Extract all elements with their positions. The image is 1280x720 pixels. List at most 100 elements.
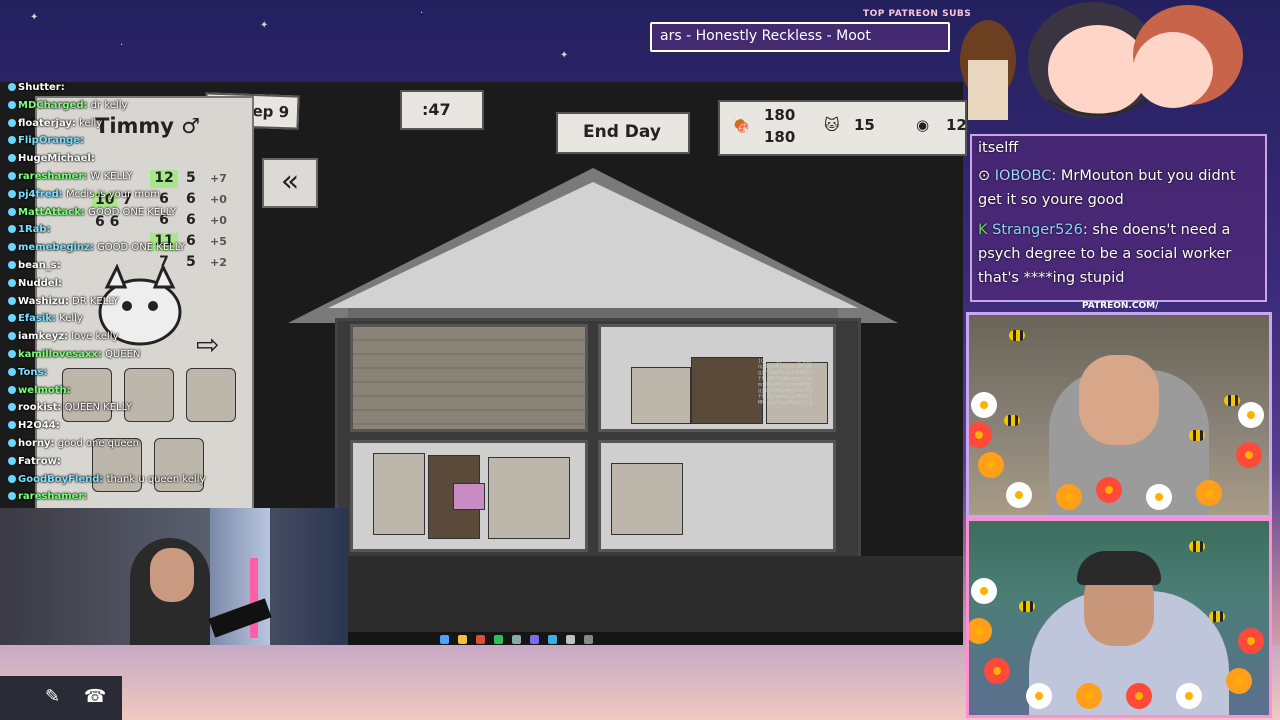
host-webcam-bottom xyxy=(966,518,1272,718)
bee-icon xyxy=(1189,430,1205,441)
cats-count: 15 xyxy=(854,116,875,134)
discord-icon[interactable] xyxy=(530,635,539,644)
chat-line: MattAttack: GOOD ONE KELLY xyxy=(8,207,248,225)
badge-icon xyxy=(8,421,16,430)
badge-icon xyxy=(8,332,16,341)
chat-user: FlipOrange: xyxy=(18,135,85,147)
chat-msg: GOOD ONE KELLY xyxy=(88,206,177,218)
flower-decor xyxy=(1239,445,1259,465)
chat-line: rookist: QUEEN KELLY xyxy=(8,402,248,420)
badge-icon xyxy=(8,492,16,501)
chat-line: horny: good one queen xyxy=(8,438,248,456)
badge-icon xyxy=(8,349,16,358)
star-decor: ✦ xyxy=(560,50,569,61)
chat-user: HugeMichael: xyxy=(18,153,95,165)
chat-line: pj4fred: Mcdis is your mom xyxy=(8,189,248,207)
room-empty[interactable] xyxy=(350,324,588,432)
badge-icon xyxy=(8,83,16,91)
host-cap xyxy=(1077,551,1161,585)
app-icon[interactable] xyxy=(548,635,557,644)
chat-user: H2O44: xyxy=(18,420,60,432)
chat-line: Efasik: Kelly xyxy=(8,313,248,331)
chat-user: Fatrow: xyxy=(18,455,61,467)
flower-decor xyxy=(1129,686,1149,706)
flower-decor xyxy=(1009,485,1029,505)
ticker-text: ars - Honestly Reckless - Moot xyxy=(660,28,871,44)
chat-user: rookist: xyxy=(18,402,62,414)
room-storage[interactable] xyxy=(350,440,588,552)
chat-line: memebeginz: GOOD ONE KELLY xyxy=(8,242,248,260)
chat-line: itselff xyxy=(978,140,1019,156)
flower-decor xyxy=(1099,480,1119,500)
badge-icon: K xyxy=(978,222,988,238)
cat-icon: 🐱 xyxy=(824,116,840,134)
end-day-button[interactable]: End Day xyxy=(556,112,690,154)
shelf xyxy=(373,453,425,535)
counter xyxy=(611,463,683,535)
chat-msg: GOOD ONE KELLY xyxy=(97,242,186,254)
app-icon[interactable] xyxy=(512,635,521,644)
chat-overlay: Shutter: MDCharged: dr kelly floaterjay:… xyxy=(8,82,248,509)
chat-user: welmoth: xyxy=(18,384,71,396)
chat-msg: QUEEN KELLY xyxy=(64,402,132,414)
chat-user: kamillovesaxx: xyxy=(18,348,102,360)
chat-line: Shutter: xyxy=(8,82,248,100)
chat-line: FlipOrange: xyxy=(8,135,248,153)
app-icon[interactable] xyxy=(584,635,593,644)
chat-user: pj4fred: xyxy=(18,188,63,200)
folder-icon[interactable] xyxy=(458,635,467,644)
spotify-icon[interactable] xyxy=(494,635,503,644)
flower-decor xyxy=(1241,631,1261,651)
star-decor: · xyxy=(420,8,424,19)
bee-icon xyxy=(1209,611,1225,622)
browser-icon[interactable] xyxy=(476,635,485,644)
badge-icon xyxy=(8,171,16,180)
gamepad-icon: ✎ xyxy=(45,686,61,707)
wardrobe xyxy=(631,367,691,424)
badge-icon xyxy=(8,456,16,465)
flower-decor xyxy=(1079,686,1099,706)
chat-line: ⊙ IOBOBC: MrMouton but you didnt get it … xyxy=(978,168,1236,208)
patreon-url: PATREON.COM/ xyxy=(1082,301,1159,311)
end-day-label: End Day xyxy=(583,122,661,142)
badge-icon xyxy=(8,189,16,198)
flower-decor xyxy=(981,455,1001,475)
chat-msg: Mcdis is your mom xyxy=(65,188,161,200)
coin-icon: ◉ xyxy=(916,116,930,134)
badge-icon xyxy=(8,260,16,269)
chat-msg: Kelly xyxy=(59,313,83,325)
chat-msg: kelly xyxy=(79,117,103,129)
chat-msg: thank u queen kelly xyxy=(106,473,206,485)
chat-line: K Stranger526: she doens't need a psych … xyxy=(978,218,1263,290)
badge-icon xyxy=(8,278,16,287)
chat-line: 1Rab: xyxy=(8,224,248,242)
flower-decor xyxy=(1229,671,1249,691)
pink-box xyxy=(453,483,485,510)
patreon-ticker: ars - Honestly Reckless - Moot xyxy=(650,22,950,52)
chat-user: MattAttack: xyxy=(18,206,85,218)
chat-user: Tons: xyxy=(18,366,48,378)
app-icon[interactable] xyxy=(566,635,575,644)
chat-line: welmoth: xyxy=(8,385,248,403)
phone-icon: ☎ xyxy=(84,686,107,707)
chat-user: Shutter: xyxy=(18,82,65,93)
chat-user: bean_s: xyxy=(18,259,61,271)
chat-line: Washizu: DR KELLY xyxy=(8,296,248,314)
badge-icon xyxy=(8,154,16,163)
room-kitchen[interactable] xyxy=(598,440,836,552)
chat-line: MDCharged: dr kelly xyxy=(8,100,248,118)
badge-icon xyxy=(8,314,16,323)
chat-line: rareshamer: xyxy=(8,491,248,509)
start-icon[interactable] xyxy=(440,635,449,644)
bee-icon xyxy=(1009,330,1025,341)
badge-icon xyxy=(8,385,16,394)
host-webcam-top xyxy=(966,312,1272,518)
bee-icon xyxy=(1019,601,1035,612)
dresser xyxy=(691,357,763,424)
flower-decor xyxy=(1029,686,1049,706)
chat-line: floaterjay: kelly xyxy=(8,118,248,136)
back-button[interactable]: « xyxy=(262,158,318,208)
game-ground xyxy=(348,556,963,634)
flower-decor xyxy=(974,581,994,601)
host-face xyxy=(1079,355,1159,445)
